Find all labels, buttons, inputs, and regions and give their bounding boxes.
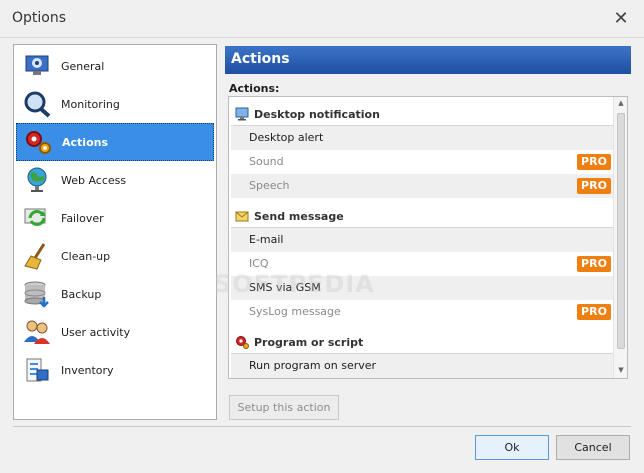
sidebar-item-monitoring[interactable]: Monitoring bbox=[16, 85, 214, 123]
gears-icon bbox=[21, 126, 55, 158]
pro-badge: PRO bbox=[577, 154, 611, 170]
sidebar-item-label: User activity bbox=[61, 325, 131, 339]
sidebar-item-label: Web Access bbox=[61, 173, 127, 187]
monitor-icon bbox=[234, 106, 250, 122]
pro-badge: PRO bbox=[577, 178, 611, 194]
softpedia-watermark: SOFTPEDIA bbox=[214, 270, 375, 298]
failover-arrows-icon bbox=[20, 202, 54, 234]
actions-label: Actions: bbox=[229, 82, 280, 95]
close-icon[interactable]: ✕ bbox=[612, 10, 630, 28]
action-row-syslog-message[interactable]: SysLog message PRO bbox=[231, 300, 613, 324]
pro-badge: PRO bbox=[577, 304, 611, 320]
sidebar-item-user-activity[interactable]: User activity bbox=[16, 313, 214, 351]
pro-badge: PRO bbox=[577, 256, 611, 272]
action-row-speech[interactable]: Speech PRO bbox=[231, 174, 613, 198]
broom-icon bbox=[20, 240, 54, 272]
group-send-message: Send message bbox=[231, 205, 613, 227]
panel-title: Actions bbox=[231, 51, 290, 67]
inventory-icon bbox=[20, 354, 54, 386]
envelope-icon bbox=[234, 208, 250, 224]
title-bar: Options ✕ bbox=[0, 0, 644, 38]
sidebar-item-label: Actions bbox=[62, 135, 108, 149]
panel-header: Actions bbox=[225, 46, 631, 74]
sidebar-item-clean-up[interactable]: Clean-up bbox=[16, 237, 214, 275]
scroll-thumb[interactable] bbox=[617, 113, 625, 349]
sidebar-item-failover[interactable]: Failover bbox=[16, 199, 214, 237]
group-program-or-script: Program or script bbox=[231, 331, 613, 353]
sidebar-item-web-access[interactable]: Web Access bbox=[16, 161, 214, 199]
action-row-desktop-alert[interactable]: Desktop alert bbox=[231, 126, 613, 150]
sidebar-item-label: Clean-up bbox=[61, 249, 111, 263]
sidebar-item-label: Failover bbox=[61, 211, 104, 225]
action-row-run-program-on-server[interactable]: Run program on server bbox=[231, 354, 613, 378]
options-sidebar: General Monitoring Actions Web Access Fa… bbox=[13, 44, 217, 420]
gear-computer-icon bbox=[20, 50, 54, 82]
list-scrollbar[interactable]: ▲ ▼ bbox=[613, 97, 627, 378]
scroll-up-arrow-icon[interactable]: ▲ bbox=[614, 99, 627, 109]
sidebar-item-inventory[interactable]: Inventory bbox=[16, 351, 214, 389]
sidebar-item-backup[interactable]: Backup bbox=[16, 275, 214, 313]
window-title: Options bbox=[12, 10, 67, 26]
sidebar-item-label: Inventory bbox=[61, 363, 114, 377]
sidebar-item-label: Backup bbox=[61, 287, 102, 301]
group-desktop-notification: Desktop notification bbox=[231, 103, 613, 125]
action-row-e-mail[interactable]: E-mail bbox=[231, 228, 613, 252]
sidebar-item-label: General bbox=[61, 59, 105, 73]
sidebar-item-label: Monitoring bbox=[61, 97, 120, 111]
setup-action-button[interactable]: Setup this action bbox=[229, 395, 339, 420]
action-row-sound[interactable]: Sound PRO bbox=[231, 150, 613, 174]
users-icon bbox=[20, 316, 54, 348]
globe-icon bbox=[20, 164, 54, 196]
sidebar-item-general[interactable]: General bbox=[16, 47, 214, 85]
scroll-down-arrow-icon[interactable]: ▼ bbox=[614, 366, 627, 376]
script-gear-icon bbox=[234, 334, 250, 350]
cancel-button[interactable]: Cancel bbox=[556, 435, 630, 460]
magnifier-icon bbox=[20, 88, 54, 120]
footer-divider bbox=[13, 426, 631, 427]
ok-button[interactable]: Ok bbox=[475, 435, 549, 460]
actions-list[interactable]: Desktop notification Desktop alert Sound… bbox=[228, 96, 628, 379]
sidebar-item-actions[interactable]: Actions bbox=[16, 123, 214, 161]
database-icon bbox=[20, 278, 54, 310]
